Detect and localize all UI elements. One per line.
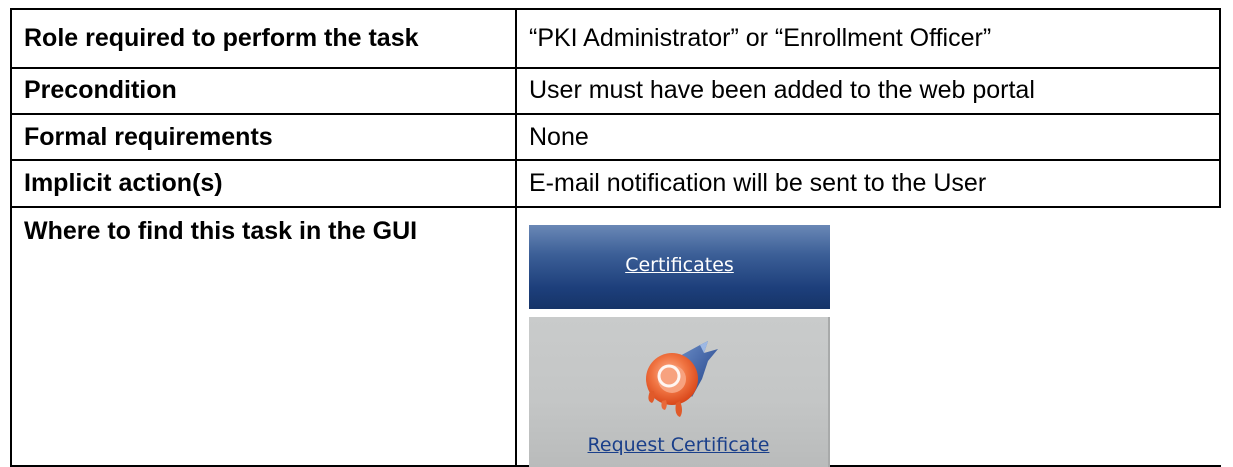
row-label-role: Role required to perform the task (24, 24, 419, 52)
row-value-precondition: User must have been added to the web por… (529, 76, 1035, 104)
row-label-formal-requirements: Formal requirements (24, 123, 273, 151)
row-label-implicit-actions: Implicit action(s) (24, 169, 223, 197)
task-info-table: Role required to perform the task “PKI A… (10, 8, 1221, 467)
certificate-request-icon[interactable] (638, 339, 722, 421)
certificates-nav-tab[interactable]: Certificates (529, 225, 830, 309)
row-label-precondition: Precondition (24, 76, 177, 104)
request-certificate-link[interactable]: Request Certificate (529, 434, 828, 456)
row-value-formal-requirements: None (529, 123, 589, 151)
row-label-gui-location: Where to find this task in the GUI (24, 217, 418, 245)
row-value-implicit-actions: E-mail notification will be sent to the … (529, 169, 987, 197)
row-value-role: “PKI Administrator” or “Enrollment Offic… (529, 24, 992, 52)
certificates-tab-link[interactable]: Certificates (625, 254, 734, 276)
request-certificate-panel[interactable]: Request Certificate (529, 317, 830, 467)
